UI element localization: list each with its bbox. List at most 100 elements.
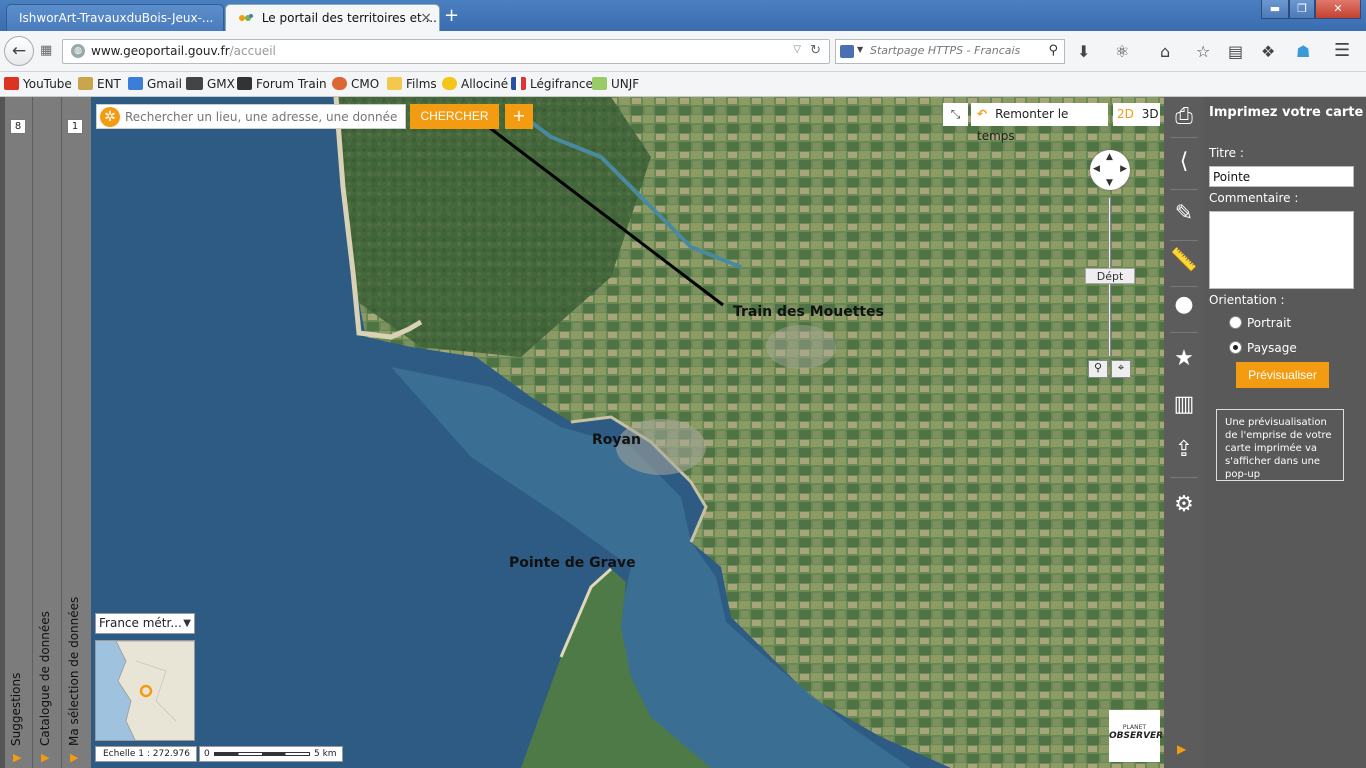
bookmark-cmo[interactable]: CMO <box>332 77 379 91</box>
notification-icon[interactable]: ☗ <box>1296 42 1310 61</box>
view-mode-toggle: 2D 3D <box>1113 103 1160 126</box>
google-icon <box>128 77 143 90</box>
menu-icon[interactable]: ☰ <box>1334 40 1350 61</box>
place-search-input[interactable] <box>125 106 403 127</box>
pan-down-icon[interactable]: ▼ <box>1106 178 1113 188</box>
back-button[interactable]: ← <box>4 36 34 66</box>
bookmark-gmail[interactable]: Gmail <box>128 77 182 91</box>
view-3d-button[interactable]: 3D <box>1142 107 1159 121</box>
tab-ishworart[interactable]: IshworArt-TravauxduBois-Jeux-... <box>6 4 224 31</box>
map-label-train: Train des Mouettes <box>733 304 884 320</box>
chevron-down-icon[interactable]: ▼ <box>857 45 863 54</box>
pan-control[interactable]: ▲ ▼ ◀ ▶ <box>1090 150 1130 190</box>
map-icon[interactable]: ▥ <box>1169 390 1199 420</box>
map-label-pointe-de-grave: Pointe de Grave <box>509 555 636 571</box>
pan-up-icon[interactable]: ▲ <box>1106 152 1113 162</box>
paysage-label: Paysage <box>1247 341 1297 355</box>
search-placeholder: Startpage HTTPS - Francais <box>870 44 1021 57</box>
bookmark-films[interactable]: Films <box>387 77 437 91</box>
zoom-level-label: Dépt <box>1085 268 1135 284</box>
expand-arrow-icon[interactable]: ▶ <box>13 751 21 764</box>
paysage-radio[interactable] <box>1229 341 1242 354</box>
orientation-label: Orientation : <box>1209 293 1285 307</box>
expand-arrow-icon[interactable]: ▶ <box>70 751 78 764</box>
extension-icon[interactable]: ⚛ <box>1115 42 1129 61</box>
portrait-radio[interactable] <box>1229 316 1242 329</box>
addon-icon[interactable]: ❖ <box>1261 42 1275 61</box>
search-engine-icon[interactable] <box>840 45 854 58</box>
ruler-icon[interactable]: 📏 <box>1169 246 1199 276</box>
bookmark-ent[interactable]: ENT <box>78 77 121 91</box>
preview-info-box: Une prévisualisation de l'emprise de vot… <box>1216 409 1344 481</box>
search-icon[interactable]: ⚲ <box>1048 43 1058 58</box>
bookmark-gmx[interactable]: GMX <box>186 77 235 91</box>
search-menu-icon[interactable]: ✲ <box>100 107 120 127</box>
map-view[interactable]: ✲ CHERCHER + ⤡ ↶Remonter le temps 2D 3D … <box>91 97 1164 768</box>
advanced-search-button[interactable]: + <box>505 104 533 129</box>
search-button[interactable]: CHERCHER <box>410 104 499 129</box>
selection-count: 1 <box>67 119 83 134</box>
navigation-toolbar: ← ▦ ◍ www.geoportail.gouv.fr/accueil ▽ ↻… <box>0 31 1366 95</box>
expand-arrow-icon[interactable]: ▶ <box>1177 742 1186 756</box>
catalogue-label: Catalogue de données <box>38 611 52 746</box>
bookmark-legifrance[interactable]: Légifrance <box>511 77 593 91</box>
share-icon[interactable]: ⟨ <box>1169 147 1199 177</box>
bookmarks-bar: YouTube ENT Gmail GMX Forum Train CMO Fi… <box>0 72 1366 97</box>
bookmark-allocine[interactable]: Allociné <box>442 77 508 91</box>
pan-right-icon[interactable]: ▶ <box>1120 164 1127 174</box>
youtube-icon <box>4 77 19 90</box>
download-icon[interactable]: ⬇ <box>1077 42 1090 61</box>
zoom-magnifier-icon[interactable]: ⚲ <box>1088 360 1108 378</box>
reader-icon[interactable]: ▤ <box>1228 42 1243 61</box>
geoportail-favicon-icon <box>238 12 254 24</box>
selection-label: Ma sélection de données <box>67 596 81 746</box>
home-icon[interactable]: ⌂ <box>1160 42 1170 61</box>
overview-minimap[interactable] <box>95 640 195 741</box>
close-window-button[interactable]: ✕ <box>1315 0 1361 19</box>
commentaire-label: Commentaire : <box>1209 191 1299 205</box>
url-text: www.geoportail.gouv.fr/accueil <box>91 44 276 58</box>
panel-suggestions[interactable]: 8 Suggestions ▶ <box>5 97 33 768</box>
pan-left-icon[interactable]: ◀ <box>1093 164 1100 174</box>
chevron-down-icon: ▼ <box>183 618 191 629</box>
maximize-button[interactable]: ❐ <box>1289 0 1315 19</box>
bookmark-star-icon[interactable]: ☆ <box>1196 42 1210 61</box>
territory-select[interactable]: France métr... ▼ <box>95 613 195 634</box>
pencil-icon[interactable]: ✎ <box>1169 199 1199 229</box>
folder-icon <box>387 77 402 90</box>
new-tab-icon[interactable]: + <box>444 5 459 26</box>
bookmark-unjf[interactable]: UNJF <box>592 77 639 91</box>
printer-icon[interactable]: ⎙ <box>1169 102 1199 132</box>
fullscreen-icon[interactable]: ⤡ <box>943 103 968 126</box>
remonter-le-temps-button[interactable]: ↶ Remonter le temps <box>971 103 1108 143</box>
bookmark-youtube[interactable]: YouTube <box>4 77 72 91</box>
panel-catalogue[interactable]: Catalogue de données ▶ <box>33 97 62 768</box>
url-dropdown-icon[interactable]: ▽ <box>793 44 801 55</box>
search-bar[interactable]: ▼ Startpage HTTPS - Francais ⚲ <box>835 39 1065 64</box>
print-panel-title: Imprimez votre carte <box>1209 105 1364 120</box>
locate-crosshair-icon[interactable]: ⌖ <box>1111 360 1131 378</box>
close-tab-icon[interactable]: × <box>420 10 432 26</box>
export-icon[interactable]: ⇪ <box>1169 435 1199 465</box>
suggestions-label: Suggestions <box>9 672 23 746</box>
star-icon[interactable]: ★ <box>1169 344 1199 374</box>
map-label-royan: Royan <box>592 432 641 448</box>
gmx-icon <box>186 77 203 90</box>
reload-icon[interactable]: ↻ <box>810 43 821 58</box>
address-bar[interactable]: ◍ www.geoportail.gouv.fr/accueil ▽ ↻ <box>62 39 830 64</box>
cmo-icon <box>332 77 347 90</box>
alert-icon[interactable]: ● <box>1169 290 1199 320</box>
bookmark-forum-train[interactable]: Forum Train <box>237 77 327 91</box>
preview-button[interactable]: Prévisualiser <box>1236 362 1329 388</box>
panel-selection[interactable]: 1 Ma sélection de données ▶ <box>62 97 91 768</box>
train-icon <box>237 77 252 90</box>
expand-arrow-icon[interactable]: ▶ <box>41 751 49 764</box>
titre-input[interactable] <box>1209 166 1354 187</box>
unjf-icon <box>592 77 607 90</box>
tab-groups-icon[interactable]: ▦ <box>40 43 56 58</box>
settings-gear-icon[interactable]: ⚙ <box>1169 490 1199 520</box>
tab-geoportail[interactable]: Le portail des territoires et ... × <box>225 4 440 31</box>
view-2d-button[interactable]: 2D <box>1117 107 1134 121</box>
minimize-button[interactable]: ▬ <box>1261 0 1289 19</box>
commentaire-input[interactable] <box>1209 211 1354 289</box>
